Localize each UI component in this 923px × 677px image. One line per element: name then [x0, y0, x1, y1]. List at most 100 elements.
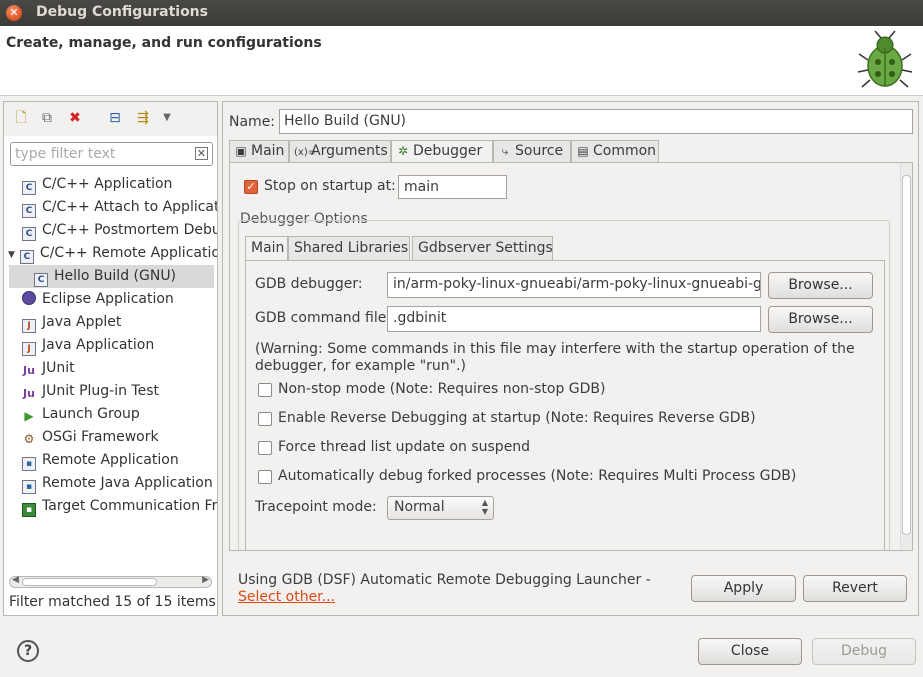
tree-item-java-applet[interactable]: J Java Applet: [22, 311, 121, 334]
c-config-icon: C: [22, 181, 36, 195]
tree-item-junit-plugin[interactable]: Ju JUnit Plug-in Test: [22, 380, 159, 403]
tab-debugger[interactable]: ✲ Debugger: [391, 140, 493, 163]
config-list-panel: 🗋 ⧉ ✖ ⊟ ⇶ ▼ type filter text ✕ C C/C++ Ap…: [3, 101, 218, 616]
gdb-command-file-label: GDB command file:: [255, 310, 392, 326]
tree-horizontal-scrollbar[interactable]: ◀ ▶: [9, 575, 212, 588]
tree-item-remote-application[interactable]: ▪ Remote Application: [22, 449, 179, 472]
eclipse-icon: [22, 291, 36, 305]
tree-item-eclipse-application[interactable]: Eclipse Application: [22, 288, 174, 311]
tree-item-c-application[interactable]: C C/C++ Application: [22, 173, 172, 196]
subtab-gdbserver-settings[interactable]: Gdbserver Settings: [412, 236, 553, 260]
common-icon: ▤: [577, 144, 589, 158]
tree-item-c-postmortem[interactable]: C C/C++ Postmortem Debug: [22, 219, 217, 242]
revert-button[interactable]: Revert: [803, 575, 907, 602]
tree-item-launch-group[interactable]: ▶ Launch Group: [22, 403, 139, 426]
tree-item-junit[interactable]: Ju JUnit: [22, 357, 75, 380]
arguments-icon: (x)=: [294, 147, 317, 158]
java-applet-icon: J: [22, 319, 36, 333]
launcher-info: Using GDB (DSF) Automatic Remote Debuggi…: [238, 572, 668, 606]
title-bar: ✕ Debug Configurations: [0, 0, 923, 26]
tab-source[interactable]: ⤷ Source: [493, 140, 571, 162]
stop-on-startup-label: Stop on startup at:: [264, 178, 396, 194]
bug-icon: [857, 30, 913, 88]
tracepoint-mode-select[interactable]: Normal ▲ ▼: [387, 496, 494, 520]
junit-plugin-icon: Ju: [23, 387, 35, 400]
force-thread-update-checkbox[interactable]: [258, 441, 272, 455]
tree-item-hello-build[interactable]: C Hello Build (GNU): [9, 265, 214, 288]
subtab-main[interactable]: Main: [245, 236, 288, 260]
gdb-warning-text: (Warning: Some commands in this file may…: [255, 341, 855, 374]
debug-forked-processes-label: Automatically debug forked processes (No…: [278, 468, 797, 484]
clear-filter-icon[interactable]: ✕: [194, 147, 208, 160]
scroll-right-icon[interactable]: ▶: [202, 575, 209, 585]
reverse-debugging-label: Enable Reverse Debugging at startup (Not…: [278, 410, 756, 426]
non-stop-mode-checkbox[interactable]: [258, 383, 272, 397]
remote-java-icon: ▪: [22, 480, 36, 494]
tab-vertical-scrollbar[interactable]: [900, 163, 912, 550]
tree-item-java-application[interactable]: J Java Application: [22, 334, 154, 357]
tree-item-osgi[interactable]: ⚙ OSGi Framework: [22, 426, 159, 449]
debugger-tab-content: ✓ Stop on startup at: main Debugger Opti…: [229, 162, 913, 551]
config-toolbar: 🗋 ⧉ ✖ ⊟ ⇶ ▼: [4, 102, 217, 136]
debug-forked-processes-checkbox[interactable]: [258, 470, 272, 484]
debug-button[interactable]: Debug: [812, 638, 916, 665]
tracepoint-mode-label: Tracepoint mode:: [255, 499, 377, 515]
debugger-options-group: Main Shared Libraries Gdbserver Settings…: [238, 220, 890, 550]
name-label: Name:: [229, 114, 276, 130]
remote-app-icon: ▪: [22, 457, 36, 471]
main-tab-icon: ▣: [235, 144, 247, 158]
scroll-thumb[interactable]: [902, 175, 911, 535]
expand-arrow-icon[interactable]: ▼: [8, 250, 15, 260]
scroll-thumb[interactable]: [22, 578, 157, 586]
filter-input[interactable]: type filter text ✕: [10, 142, 213, 166]
tree-item-c-remote-application[interactable]: ▼ C C/C++ Remote Application: [8, 242, 217, 265]
dialog-header: Create, manage, and run configurations: [0, 26, 923, 96]
apply-button[interactable]: Apply: [691, 575, 796, 602]
tab-arguments[interactable]: (x)=Arguments: [289, 140, 391, 162]
close-icon[interactable]: ✕: [6, 5, 22, 21]
help-icon[interactable]: ?: [17, 640, 39, 662]
junit-icon: Ju: [23, 364, 35, 377]
force-thread-update-label: Force thread list update on suspend: [278, 439, 531, 455]
stop-on-startup-checkbox[interactable]: ✓: [244, 180, 258, 194]
reverse-debugging-checkbox[interactable]: [258, 412, 272, 426]
c-config-icon: C: [19, 250, 34, 264]
collapse-all-icon[interactable]: ⊟: [106, 109, 124, 127]
filter-icon[interactable]: ⇶: [134, 109, 152, 127]
filter-status: Filter matched 15 of 15 items: [9, 594, 216, 610]
tree-item-target-communication[interactable]: ▪ Target Communication Fra: [22, 495, 217, 518]
tracepoint-mode-value: Normal: [394, 499, 445, 515]
c-config-icon: C: [22, 204, 36, 218]
browse-gdb-debugger-button[interactable]: Browse...: [768, 272, 873, 299]
tab-main[interactable]: ▣ Main: [229, 140, 289, 162]
window-title: Debug Configurations: [36, 4, 208, 20]
launch-group-icon: ▶: [24, 409, 34, 423]
new-config-icon[interactable]: 🗋: [12, 109, 30, 127]
gdb-debugger-label: GDB debugger:: [255, 276, 363, 292]
source-icon: ⤷: [501, 144, 509, 158]
tab-common[interactable]: ▤ Common: [571, 140, 659, 162]
config-editor-panel: Name: Hello Build (GNU) ▣ Main (x)=Argume…: [222, 101, 919, 616]
name-input[interactable]: Hello Build (GNU): [279, 109, 913, 134]
header-title: Create, manage, and run configurations: [6, 35, 322, 51]
target-comm-icon: ▪: [22, 503, 36, 517]
c-config-icon: C: [22, 227, 36, 241]
gdb-debugger-input[interactable]: in/arm-poky-linux-gnueabi/arm-poky-linux…: [387, 272, 761, 298]
c-config-icon: C: [34, 273, 48, 287]
dropdown-arrow-icon[interactable]: ▼: [158, 109, 176, 127]
subtab-shared-libraries[interactable]: Shared Libraries: [288, 236, 410, 260]
non-stop-mode-label: Non-stop mode (Note: Requires non-stop G…: [278, 381, 606, 397]
close-button[interactable]: Close: [698, 638, 802, 665]
tree-item-c-attach[interactable]: C C/C++ Attach to Applicati: [22, 196, 217, 219]
debugger-icon: ✲: [397, 144, 409, 158]
gdb-command-file-input[interactable]: .gdbinit: [387, 306, 761, 332]
tree-item-remote-java[interactable]: ▪ Remote Java Application: [22, 472, 213, 495]
stop-on-startup-input[interactable]: main: [398, 175, 507, 199]
scroll-left-icon[interactable]: ◀: [12, 575, 19, 585]
browse-gdb-command-file-button[interactable]: Browse...: [768, 306, 873, 333]
config-tree: C C/C++ Application C C/C++ Attach to Appl…: [4, 173, 217, 573]
duplicate-icon[interactable]: ⧉: [38, 109, 56, 127]
select-other-link[interactable]: Select other...: [238, 589, 335, 605]
filter-placeholder: type filter text: [15, 146, 116, 162]
delete-icon[interactable]: ✖: [66, 109, 84, 127]
